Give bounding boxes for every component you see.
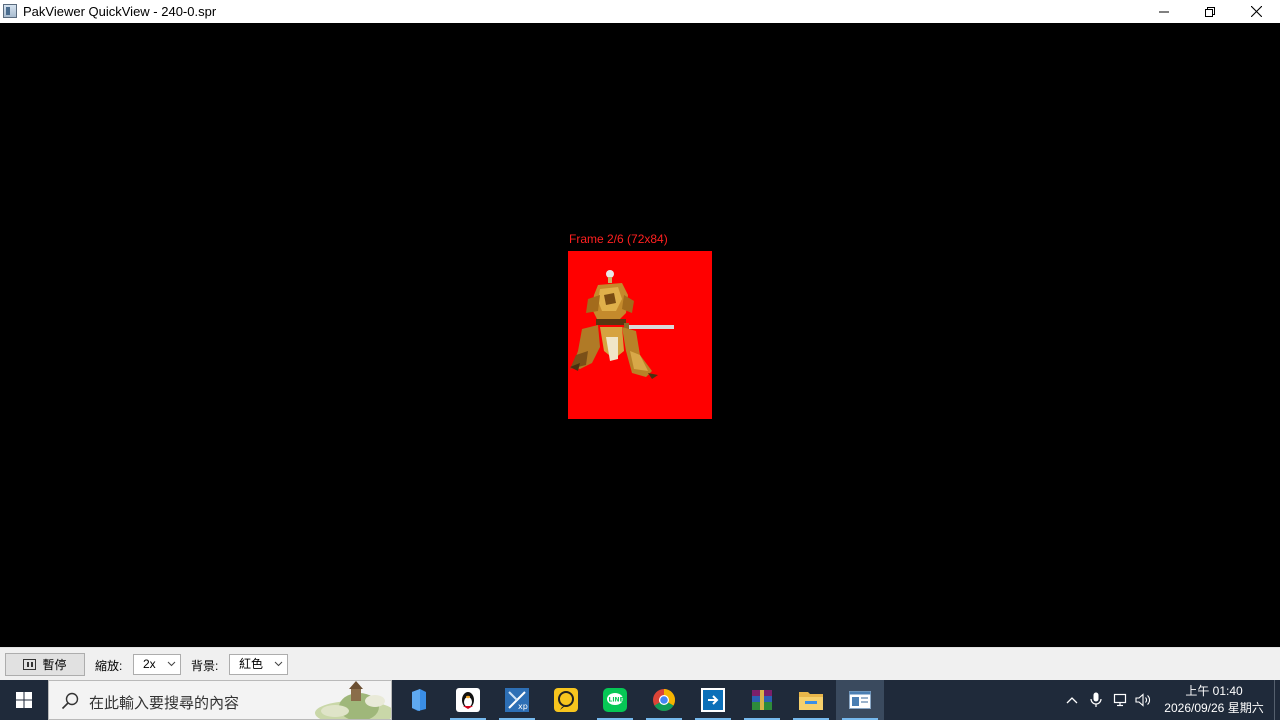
- tray-volume[interactable]: [1133, 690, 1153, 710]
- show-desktop-button[interactable]: [1274, 680, 1275, 720]
- network-icon: [1113, 693, 1127, 707]
- taskbar-app-pakviewer[interactable]: [836, 680, 884, 720]
- close-icon: [1250, 6, 1262, 17]
- taskbar-app-xp[interactable]: xp: [493, 680, 541, 720]
- minimize-icon: [1159, 11, 1169, 12]
- xp-icon: xp: [505, 688, 529, 712]
- chat-icon: [554, 688, 578, 712]
- control-strip: 暫停 縮放: 2x 背景: 紅色: [0, 647, 1280, 680]
- taskbar-clock[interactable]: 上午 01:40 2026/09/26 星期六: [1158, 683, 1270, 717]
- taskbar-app-chat[interactable]: [542, 680, 590, 720]
- chevron-down-icon: [274, 661, 283, 667]
- title-bar[interactable]: PakViewer QuickView - 240-0.spr: [0, 0, 1280, 23]
- tray-network[interactable]: [1110, 690, 1130, 710]
- screen: PakViewer QuickView - 240-0.spr Frame 2/…: [0, 0, 1280, 720]
- taskbar: 在此輸入要搜尋的內容 xp LINE 上午 01:40 2026/09/26 星…: [0, 680, 1280, 720]
- taskbar-app-chrome[interactable]: [640, 680, 688, 720]
- chevron-up-icon: [1066, 697, 1078, 704]
- background-label: 背景:: [191, 659, 219, 673]
- tray-microphone[interactable]: [1086, 690, 1106, 710]
- sprite-knight-image: [570, 270, 674, 379]
- restore-button[interactable]: [1187, 0, 1233, 23]
- zoom-label: 縮放:: [95, 659, 123, 673]
- chrome-icon: [653, 689, 675, 711]
- background-select-value: 紅色: [239, 657, 264, 671]
- search-box[interactable]: 在此輸入要搜尋的內容: [48, 680, 392, 720]
- pause-button[interactable]: 暫停: [5, 653, 85, 676]
- file-icon: [412, 689, 426, 711]
- minimize-button[interactable]: [1141, 0, 1187, 23]
- zoom-select-value: 2x: [143, 657, 156, 671]
- svg-text:xp: xp: [518, 702, 528, 711]
- search-highlight-illustration: [315, 681, 391, 719]
- speaker-icon: [1135, 693, 1150, 707]
- folder-icon: [799, 692, 823, 710]
- close-button[interactable]: [1233, 0, 1279, 23]
- taskbar-app-winrar[interactable]: [738, 680, 786, 720]
- app-window-icon[interactable]: [3, 4, 17, 18]
- pause-button-label: 暫停: [42, 658, 67, 672]
- taskbar-app-files[interactable]: [395, 680, 443, 720]
- taskbar-app-line[interactable]: LINE: [591, 680, 639, 720]
- taskbar-app-qq[interactable]: [444, 680, 492, 720]
- svg-text:LINE: LINE: [609, 697, 624, 704]
- restore-icon: [1205, 6, 1215, 17]
- pause-icon: [23, 659, 37, 670]
- windows-logo-icon: [16, 692, 32, 708]
- pakviewer-icon: [849, 691, 871, 709]
- search-icon: [61, 692, 79, 710]
- clock-date: 2026/09/26 星期六: [1164, 701, 1264, 715]
- tray-overflow-button[interactable]: [1062, 690, 1082, 710]
- remote-icon: [701, 688, 725, 712]
- clock-time: 上午 01:40: [1185, 684, 1243, 698]
- search-placeholder: 在此輸入要搜尋的內容: [89, 695, 240, 712]
- zoom-select[interactable]: 2x: [133, 654, 181, 675]
- winrar-icon: [752, 690, 772, 710]
- taskbar-app-explorer[interactable]: [787, 680, 835, 720]
- sprite-canvas: [568, 251, 712, 419]
- frame-label: Frame 2/6 (72x84): [569, 232, 668, 246]
- microphone-icon: [1090, 692, 1102, 707]
- window-title: PakViewer QuickView - 240-0.spr: [23, 4, 217, 19]
- qq-penguin-icon: [456, 688, 480, 712]
- taskbar-app-remote[interactable]: [689, 680, 737, 720]
- background-select[interactable]: 紅色: [229, 654, 288, 675]
- line-icon: LINE: [603, 688, 627, 712]
- start-button[interactable]: [0, 680, 48, 720]
- chevron-down-icon: [167, 661, 176, 667]
